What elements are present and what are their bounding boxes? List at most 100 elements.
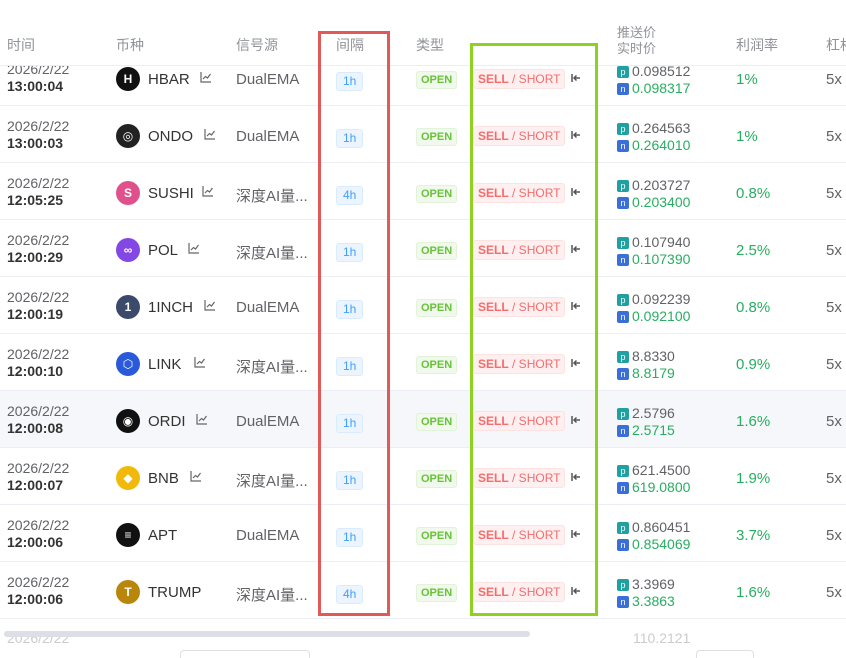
price-cell: p 8.8330 n 8.8179 xyxy=(617,348,675,382)
signal-clock: 12:00:29 xyxy=(7,249,64,265)
close-position-icon[interactable] xyxy=(570,356,582,370)
close-position-icon[interactable] xyxy=(570,185,582,199)
close-position-icon[interactable] xyxy=(570,71,582,85)
header-coin[interactable]: 币种 xyxy=(116,35,144,55)
table-row[interactable]: 2026/2/22 12:00:08 ◉ ORDI DualEMA 1h OPE… xyxy=(0,391,846,448)
header-profit[interactable]: 利润率 xyxy=(736,35,778,55)
real-badge: n xyxy=(617,596,629,608)
table-row[interactable]: 2026/2/22 12:00:06 ≡ APT DualEMA 1h OPEN… xyxy=(0,505,846,562)
close-position-icon[interactable] xyxy=(570,128,582,142)
open-tag: OPEN xyxy=(416,71,458,89)
chart-icon[interactable] xyxy=(190,470,202,482)
header-price[interactable]: 推送价 实时价 xyxy=(617,25,656,57)
coin-name[interactable]: SUSHI xyxy=(148,185,194,202)
real-price-line: n 2.5715 xyxy=(617,422,675,439)
close-position-icon[interactable] xyxy=(570,413,582,427)
real-price: 619.0800 xyxy=(632,479,691,495)
leverage: 5x xyxy=(826,527,842,544)
real-price: 0.107390 xyxy=(632,251,691,267)
close-position-icon[interactable] xyxy=(570,299,582,313)
coin-name[interactable]: ONDO xyxy=(148,128,193,145)
close-position-icon[interactable] xyxy=(570,584,582,598)
page-size-select[interactable] xyxy=(696,650,754,658)
open-tag: OPEN xyxy=(416,128,458,146)
signal-date: 2026/2/22 xyxy=(7,460,70,476)
coin-logo-icon: S xyxy=(116,181,140,205)
coin-name[interactable]: POL xyxy=(148,242,178,259)
header-time[interactable]: 时间 xyxy=(7,35,35,55)
table-row[interactable]: 2026/2/22 12:00:10 ⬡ LINK 深度AI量... 1h OP… xyxy=(0,334,846,391)
real-badge: n xyxy=(617,482,629,494)
horizontal-scrollbar[interactable] xyxy=(4,631,530,637)
chart-icon[interactable] xyxy=(204,128,216,140)
table-row[interactable]: 2026/2/22 12:05:25 S SUSHI 深度AI量... 4h O… xyxy=(0,163,846,220)
interval-tag: 1h xyxy=(336,471,364,490)
close-position-icon[interactable] xyxy=(570,527,582,541)
chart-icon[interactable] xyxy=(188,242,200,254)
signal-clock: 13:00:03 xyxy=(7,135,64,151)
table-row[interactable]: 2026/2/22 13:00:03 ◎ ONDO DualEMA 1h OPE… xyxy=(0,106,846,163)
signal-date: 2026/2/22 xyxy=(7,175,70,191)
leverage: 5x xyxy=(826,356,842,373)
coin-name[interactable]: ORDI xyxy=(148,413,186,430)
signal-source: 深度AI量... xyxy=(236,587,308,604)
coin-name[interactable]: BNB xyxy=(148,470,179,487)
header-leverage[interactable]: 杠杆 xyxy=(826,35,846,55)
signal-source: 深度AI量... xyxy=(236,473,308,490)
sell-label: SELL xyxy=(478,528,509,542)
interval-tag: 1h xyxy=(336,300,364,319)
real-price-line: n 8.8179 xyxy=(617,365,675,382)
price-cell: p 0.092239 n 0.092100 xyxy=(617,291,690,325)
chart-icon[interactable] xyxy=(194,356,206,368)
header-source[interactable]: 信号源 xyxy=(236,35,278,55)
profit-rate: 3.7% xyxy=(736,527,771,544)
table-row[interactable]: 2026/2/22 12:00:06 T TRUMP 深度AI量... 4h O… xyxy=(0,562,846,619)
push-price-line: p 0.860451 xyxy=(617,519,690,536)
header-interval[interactable]: 间隔 xyxy=(336,35,364,55)
chart-icon[interactable] xyxy=(204,299,216,311)
signal-source: DualEMA xyxy=(236,299,300,316)
chart-icon[interactable] xyxy=(200,71,212,83)
signal-clock: 12:00:06 xyxy=(7,534,64,550)
coin-name[interactable]: 1INCH xyxy=(148,299,193,316)
push-badge: p xyxy=(617,465,629,477)
leverage: 5x xyxy=(826,470,842,487)
real-price-line: n 0.264010 xyxy=(617,137,690,154)
real-price-line: n 0.107390 xyxy=(617,251,690,268)
profit-rate: 1.6% xyxy=(736,413,771,430)
sell-label: SELL xyxy=(478,243,509,257)
header-type[interactable]: 类型 xyxy=(416,35,444,55)
chart-icon[interactable] xyxy=(196,413,208,425)
coin-logo-icon: T xyxy=(116,580,140,604)
signal-source: 深度AI量... xyxy=(236,359,308,376)
table-row[interactable]: 2026/2/22 12:00:29 ∞ POL 深度AI量... 1h OPE… xyxy=(0,220,846,277)
short-label: / SHORT xyxy=(512,357,561,371)
price-cell: p 0.860451 n 0.854069 xyxy=(617,519,690,553)
sell-label: SELL xyxy=(478,186,509,200)
real-badge: n xyxy=(617,197,629,209)
pagination-control[interactable] xyxy=(180,650,310,658)
profit-rate: 2.5% xyxy=(736,242,771,259)
signal-date: 2026/2/22 xyxy=(7,346,70,362)
coin-name[interactable]: HBAR xyxy=(148,71,190,88)
profit-rate: 0.8% xyxy=(736,185,771,202)
push-price: 8.8330 xyxy=(632,348,675,364)
signal-time: 2026/2/22 12:00:07 xyxy=(7,460,69,494)
signal-time: 2026/2/22 12:00:08 xyxy=(7,403,69,437)
leverage: 5x xyxy=(826,413,842,430)
table-row[interactable]: 2026/2/22 12:00:19 1 1INCH DualEMA 1h OP… xyxy=(0,277,846,334)
coin-logo-icon: ◉ xyxy=(116,409,140,433)
coin-name[interactable]: TRUMP xyxy=(148,584,201,601)
short-label: / SHORT xyxy=(512,72,561,86)
coin-name[interactable]: APT xyxy=(148,527,177,544)
table-row[interactable]: 2026/2/22 12:00:07 ◆ BNB 深度AI量... 1h OPE… xyxy=(0,448,846,505)
push-price: 0.107940 xyxy=(632,234,691,250)
real-badge: n xyxy=(617,254,629,266)
short-label: / SHORT xyxy=(512,471,561,485)
real-price: 0.203400 xyxy=(632,194,691,210)
close-position-icon[interactable] xyxy=(570,242,582,256)
chart-icon[interactable] xyxy=(202,185,214,197)
short-label: / SHORT xyxy=(512,528,561,542)
close-position-icon[interactable] xyxy=(570,470,582,484)
coin-name[interactable]: LINK xyxy=(148,356,181,373)
